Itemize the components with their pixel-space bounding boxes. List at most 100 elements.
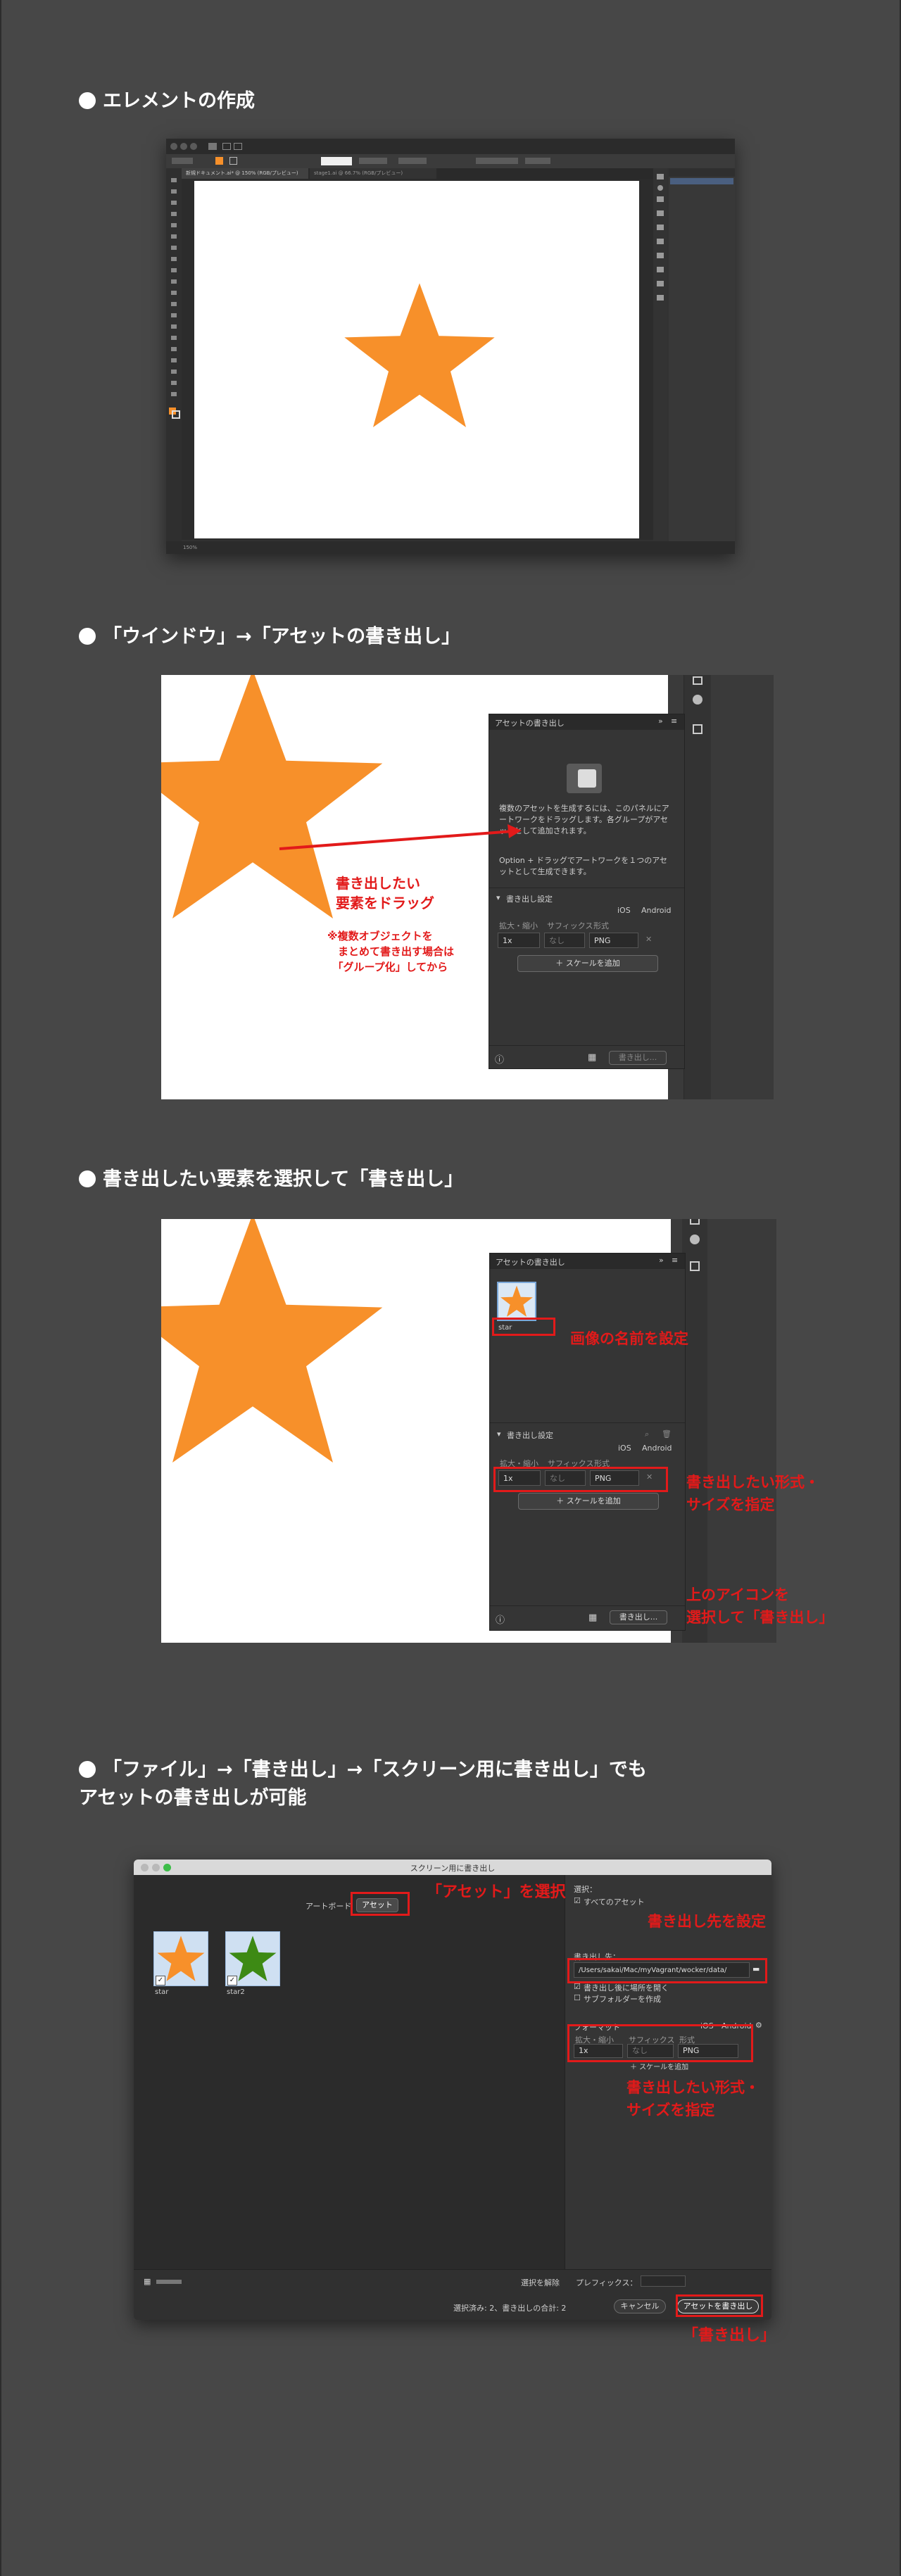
export-assets-icon[interactable] bbox=[690, 1261, 700, 1271]
panel-menu-icon[interactable]: ≡ bbox=[672, 1256, 678, 1265]
artboard-icon[interactable] bbox=[690, 1219, 700, 1225]
section1-heading: エレメントの作成 bbox=[79, 87, 255, 115]
section3-screenshot: アセットの書き出し » ≡ star ▾ 書き出し設定 ⌕ 🗑 iOS Andr… bbox=[161, 1219, 776, 1643]
add-scale-button[interactable]: ＋ スケールを追加 bbox=[518, 1493, 659, 1510]
arrange-icon[interactable] bbox=[234, 143, 242, 150]
right-dock bbox=[671, 1219, 776, 1643]
asset-thumb-star2[interactable]: ✓ bbox=[225, 1931, 280, 1986]
bridge-icon[interactable] bbox=[222, 143, 231, 150]
document-tabs: 新規ドキュメント.ai* @ 150% (RGB/プレビュー) stage1.a… bbox=[182, 168, 667, 179]
thumb-size-slider[interactable] bbox=[156, 2280, 182, 2284]
prefix-input[interactable] bbox=[641, 2275, 686, 2287]
chevron-down-icon[interactable]: ▾ bbox=[496, 893, 500, 902]
settings-label: 書き出し設定 bbox=[507, 1431, 553, 1440]
tool-icons[interactable] bbox=[166, 168, 182, 464]
ios-button[interactable]: iOS bbox=[618, 1444, 631, 1453]
trash-icon[interactable]: 🗑 bbox=[662, 1429, 672, 1439]
add-scale-button[interactable]: ＋ スケールを追加 bbox=[517, 955, 658, 972]
fill-swatch[interactable] bbox=[215, 157, 223, 165]
opacity-label bbox=[359, 158, 387, 164]
title-bar bbox=[166, 139, 735, 154]
subfolder-checkbox[interactable]: ☐ bbox=[574, 1993, 581, 2002]
control-bar bbox=[166, 154, 735, 168]
panel-title: アセットの書き出し bbox=[495, 719, 565, 728]
panel-collapse-icon[interactable]: » bbox=[658, 716, 663, 726]
tab-artboard[interactable]: アートボード bbox=[305, 1900, 351, 1912]
checkbox-icon[interactable]: ✓ bbox=[156, 1976, 165, 1985]
android-button[interactable]: Android bbox=[641, 906, 672, 915]
export-assets-icon[interactable] bbox=[693, 724, 702, 734]
asset1-name[interactable]: star bbox=[155, 1988, 168, 1996]
star-shape[interactable] bbox=[342, 283, 497, 432]
annotation-export: 上のアイコンを 選択して「書き出し」 bbox=[686, 1586, 834, 1626]
drag-artwork-icon bbox=[567, 764, 602, 793]
section4-heading: 「ファイル」→「書き出し」→「スクリーン用に書き出し」でも アセットの書き出しが… bbox=[79, 1756, 647, 1812]
info-icon[interactable]: ⓘ bbox=[496, 1612, 505, 1626]
asset-thumb-star[interactable]: ✓ bbox=[153, 1931, 208, 1986]
layer-row[interactable] bbox=[670, 178, 733, 184]
stroke-swatch[interactable] bbox=[229, 157, 237, 165]
ios-button[interactable]: iOS bbox=[617, 906, 631, 915]
format-select[interactable]: PNG bbox=[589, 933, 638, 948]
info-icon[interactable]: ⓘ bbox=[495, 1052, 504, 1066]
zoom-readout[interactable]: 150% bbox=[183, 545, 197, 550]
annotation-format: 書き出したい形式・ サイズを指定 bbox=[626, 2079, 760, 2119]
grid-view-icon[interactable]: ▦ bbox=[144, 2277, 151, 2286]
export-button[interactable]: 書き出し... bbox=[610, 1610, 667, 1624]
panel-title: アセットの書き出し bbox=[496, 1258, 565, 1267]
chevron-down-icon[interactable]: ▾ bbox=[497, 1429, 501, 1439]
asset-thumbnail[interactable] bbox=[497, 1282, 536, 1321]
dialog-titlebar: スクリーン用に書き出し bbox=[134, 1860, 771, 1875]
icon-dock bbox=[653, 168, 667, 541]
tab-document-2[interactable]: stage1.ai @ 66.7% (RGB/プレビュー) bbox=[310, 168, 436, 179]
remove-scale-icon[interactable]: ✕ bbox=[645, 935, 652, 944]
scale-select[interactable]: 1x bbox=[498, 933, 540, 948]
doc-setup-button[interactable] bbox=[476, 158, 518, 164]
subfolder-label: サブフォルダーを作成 bbox=[584, 1995, 661, 2004]
annotation-dest: 書き出し先を設定 bbox=[648, 1913, 766, 1930]
search-icon[interactable]: ⌕ bbox=[645, 1429, 649, 1439]
select-label: 選択： bbox=[574, 1885, 597, 1894]
help-text-2: Option + ドラッグでアートワークを１つのアセットとして生成できます。 bbox=[499, 856, 668, 876]
deselect-button[interactable]: 選択を解除 bbox=[521, 2277, 560, 2288]
add-scale-button[interactable]: ＋ スケールを追加 bbox=[630, 2061, 688, 2071]
all-assets-checkbox[interactable]: ☑ bbox=[574, 1896, 581, 1905]
panel-collapse-icon[interactable]: » bbox=[659, 1256, 664, 1265]
close-icon[interactable] bbox=[170, 143, 177, 150]
artboard bbox=[194, 181, 639, 538]
artboard-icon[interactable] bbox=[693, 676, 702, 685]
highlight-export-button bbox=[676, 2294, 763, 2317]
section2-heading-text: 「ウインドウ」→「アセットの書き出し」 bbox=[103, 626, 461, 648]
preferences-button[interactable] bbox=[525, 158, 550, 164]
asset-export-panel: アセットの書き出し » ≡ star ▾ 書き出し設定 ⌕ 🗑 iOS Andr… bbox=[489, 1253, 686, 1631]
bullet-icon bbox=[79, 1761, 96, 1778]
maximize-icon[interactable] bbox=[190, 143, 197, 150]
col-format: 形式 bbox=[593, 921, 609, 930]
highlight-asset-tab bbox=[351, 1892, 410, 1916]
icon-column bbox=[683, 675, 711, 1099]
cancel-button[interactable]: キャンセル bbox=[614, 2299, 666, 2313]
export-button[interactable]: 書き出し... bbox=[609, 1051, 667, 1065]
suffix-input[interactable]: なし bbox=[544, 933, 585, 948]
status-bar: 150% bbox=[166, 541, 735, 554]
color-icon[interactable] bbox=[693, 695, 702, 705]
panel-menu-icon[interactable]: ≡ bbox=[671, 716, 677, 726]
brush-select[interactable] bbox=[321, 157, 352, 165]
android-button[interactable]: Android bbox=[642, 1444, 672, 1453]
color-icon[interactable] bbox=[690, 1235, 700, 1244]
col-suffix: サフィックス bbox=[547, 921, 593, 930]
export-settings-icon[interactable]: ▦ bbox=[588, 1052, 596, 1063]
tab-document-1[interactable]: 新規ドキュメント.ai* @ 150% (RGB/プレビュー) bbox=[182, 168, 308, 179]
section1-heading-text: エレメントの作成 bbox=[103, 90, 255, 112]
dialog-title: スクリーン用に書き出し bbox=[410, 1864, 496, 1873]
annotation-export: 「書き出し」 bbox=[683, 2327, 776, 2344]
gear-icon[interactable]: ⚙ bbox=[755, 2021, 762, 2030]
asset2-name[interactable]: star2 bbox=[227, 1988, 245, 1996]
checkbox-icon[interactable]: ✓ bbox=[227, 1976, 237, 1985]
highlight-format bbox=[493, 1467, 668, 1492]
export-settings-icon[interactable]: ▦ bbox=[588, 1612, 597, 1623]
layers-panel-tabs[interactable] bbox=[669, 168, 735, 177]
star-shape[interactable] bbox=[161, 1219, 386, 1472]
bullet-icon bbox=[79, 1170, 96, 1187]
minimize-icon[interactable] bbox=[180, 143, 187, 150]
